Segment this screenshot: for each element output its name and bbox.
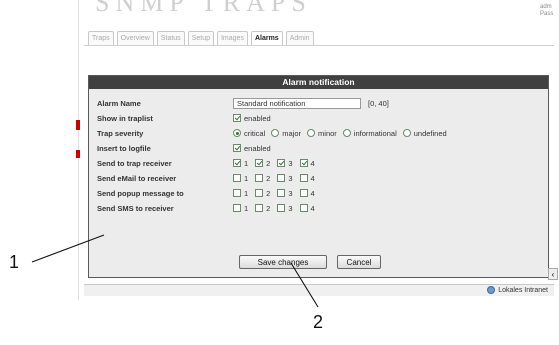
tab-alarms[interactable]: Alarms — [250, 31, 283, 46]
tab-overview[interactable]: Overview — [116, 31, 154, 46]
email-receiver-label: Send eMail to receiver — [97, 173, 177, 183]
email-receiver-2-checkbox[interactable] — [255, 174, 264, 182]
show-in-traplist-label: Show in traplist — [97, 113, 153, 123]
alarm-name-length-hint: [0, 40] — [368, 98, 389, 108]
insert-to-logfile-label: Insert to logfile — [97, 143, 151, 153]
sms-receiver-1-label: 1 — [244, 203, 249, 213]
popup-receiver-3-checkbox[interactable] — [277, 189, 286, 197]
sms-receiver-3-checkbox[interactable] — [277, 204, 286, 212]
show-in-traplist-text: enabled — [244, 113, 271, 123]
trap-receiver-2-checkbox[interactable] — [255, 159, 264, 167]
alarm-notification-panel: Alarm notification Alarm Name Standard n… — [88, 75, 549, 278]
sms-receiver-4-label: 4 — [310, 203, 315, 213]
sms-receiver-3-label: 3 — [288, 203, 293, 213]
severity-critical-radio[interactable] — [233, 129, 241, 137]
popup-receiver-label: Send popup message to — [97, 188, 184, 198]
cancel-button[interactable]: Cancel — [337, 255, 381, 269]
sms-receiver-1-checkbox[interactable] — [233, 204, 241, 212]
tab-setup[interactable]: Setup — [187, 31, 214, 46]
popup-receiver-4-checkbox[interactable] — [299, 189, 308, 197]
tab-traps[interactable]: Traps — [88, 31, 114, 46]
popup-receiver-2-label: 2 — [266, 188, 271, 198]
security-zone-label: Lokales Intranet — [498, 286, 548, 294]
insert-to-logfile-checkbox[interactable] — [233, 144, 241, 152]
severity-major-radio[interactable] — [271, 129, 280, 137]
browser-status-bar: Lokales Intranet — [84, 284, 554, 296]
severity-undefined-radio[interactable] — [402, 129, 411, 137]
severity-informational-radio[interactable] — [342, 129, 351, 137]
edge-mark — [76, 150, 80, 158]
severity-informational-label: informational — [353, 128, 397, 138]
trap-receiver-4-label: 4 — [310, 158, 315, 168]
callout-1-label: 1 — [9, 252, 20, 272]
sms-receiver-label: Send SMS to receiver — [97, 203, 174, 213]
email-receiver-3-label: 3 — [288, 173, 293, 183]
popup-receiver-4-label: 4 — [310, 188, 315, 198]
sms-receiver-2-label: 2 — [266, 203, 271, 213]
show-in-traplist-checkbox[interactable] — [233, 114, 241, 122]
tab-status[interactable]: Status — [156, 31, 185, 46]
popup-receiver-3-label: 3 — [288, 188, 293, 198]
email-receiver-4-label: 4 — [310, 173, 315, 183]
intranet-zone-icon — [487, 286, 496, 294]
severity-critical-label: critical — [244, 128, 266, 138]
popup-receiver-1-checkbox[interactable] — [233, 189, 241, 197]
insert-to-logfile-text: enabled — [244, 143, 271, 153]
page-header-title: SNMP TRAPS — [95, 0, 312, 17]
severity-minor-label: minor — [318, 128, 337, 138]
tab-bar: Traps Overview Status Setup Images Alarm… — [88, 31, 314, 46]
edge-mark — [76, 120, 80, 130]
trap-receiver-3-label: 3 — [288, 158, 293, 168]
tab-divider — [84, 45, 554, 46]
trap-receiver-1-checkbox[interactable] — [233, 159, 241, 167]
alarm-name-input[interactable]: Standard notification — [233, 97, 361, 109]
severity-minor-radio[interactable] — [307, 129, 316, 137]
trap-receiver-1-label: 1 — [244, 158, 249, 168]
popup-receiver-1-label: 1 — [244, 188, 249, 198]
email-receiver-2-label: 2 — [266, 173, 271, 183]
save-changes-button[interactable]: Save changes — [239, 255, 327, 269]
tab-admin[interactable]: Admin — [285, 31, 314, 46]
email-receiver-3-checkbox[interactable] — [277, 174, 286, 182]
header-user-label: adm — [540, 4, 552, 10]
panel-title: Alarm notification — [89, 76, 548, 89]
header-login-info: adm Pass — [540, 4, 553, 18]
severity-major-label: major — [282, 128, 302, 138]
sms-receiver-4-checkbox[interactable] — [299, 204, 308, 212]
scroll-left-button[interactable]: ‹ — [548, 268, 558, 280]
sms-receiver-2-checkbox[interactable] — [255, 204, 264, 212]
trap-receiver-3-checkbox[interactable] — [277, 159, 286, 167]
callout-2-label: 2 — [313, 312, 324, 332]
email-receiver-1-checkbox[interactable] — [233, 174, 241, 182]
trap-receiver-4-checkbox[interactable] — [299, 159, 308, 167]
email-receiver-4-checkbox[interactable] — [299, 174, 308, 182]
popup-receiver-2-checkbox[interactable] — [255, 189, 264, 197]
trap-receiver-2-label: 2 — [266, 158, 271, 168]
trap-receiver-label: Send to trap receiver — [97, 158, 172, 168]
email-receiver-1-label: 1 — [244, 173, 249, 183]
alarm-name-label: Alarm Name — [97, 98, 141, 108]
severity-undefined-label: undefined — [413, 128, 447, 138]
header-pass-label: Pass — [540, 11, 554, 17]
tab-images[interactable]: Images — [216, 31, 248, 46]
trap-severity-label: Trap severity — [97, 128, 144, 138]
